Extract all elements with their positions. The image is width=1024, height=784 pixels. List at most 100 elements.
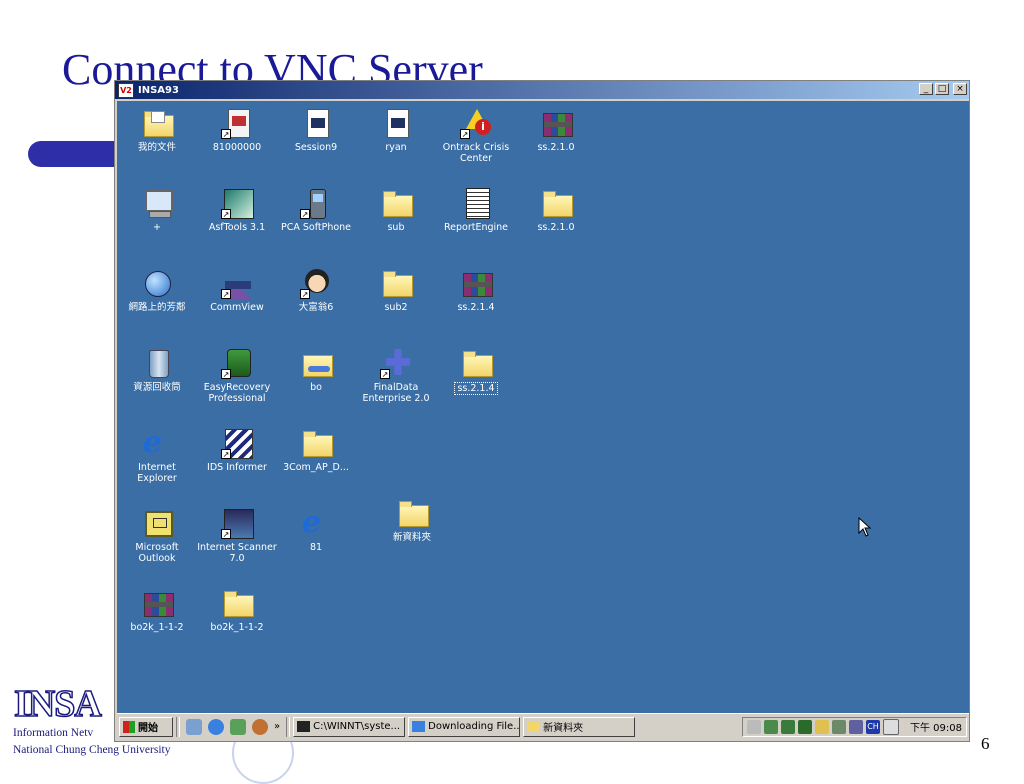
desktop-icon-label: PCA SoftPhone bbox=[280, 222, 352, 233]
desktop-icon[interactable]: e 81 bbox=[276, 505, 356, 554]
start-button[interactable]: 開始 bbox=[119, 716, 173, 737]
desktop-icon[interactable]: ↗ 大富翁6 bbox=[276, 267, 356, 313]
desktop-icon-label: AsfTools 3.1 bbox=[208, 222, 266, 233]
desktop-icon-label: ryan bbox=[385, 142, 407, 153]
finaldata-icon: ↗ bbox=[380, 347, 412, 379]
desktop-icon[interactable]: 資源回收筒 bbox=[117, 347, 197, 393]
desktop-icon-label: ss.2.1.0 bbox=[537, 222, 575, 233]
cmd-icon bbox=[297, 721, 311, 732]
window-title: INSA93 bbox=[138, 84, 179, 96]
desktop-icon-label: Microsoft Outlook bbox=[135, 542, 179, 564]
desktop-icon[interactable]: sub2 bbox=[356, 267, 436, 313]
desktop-icon[interactable]: 我的文件 bbox=[117, 107, 197, 153]
vnc-tray-icon[interactable] bbox=[798, 719, 812, 734]
easyrec-icon: ↗ bbox=[221, 347, 253, 379]
desktop-icon-label: ss.2.1.4 bbox=[457, 302, 495, 313]
taskbar-separator bbox=[286, 716, 291, 737]
quicklaunch-more-button[interactable]: » bbox=[274, 721, 280, 732]
window-titlebar[interactable]: V2 INSA93 _ □ × bbox=[115, 81, 969, 99]
scanner-icon: ↗ bbox=[221, 507, 254, 539]
globe-icon bbox=[141, 267, 173, 299]
crisis-icon: i ↗ bbox=[460, 107, 492, 139]
tray-app2-icon[interactable] bbox=[832, 719, 846, 734]
desktop-icon[interactable]: i ↗ Ontrack Crisis Center bbox=[436, 107, 516, 164]
desktop-icon[interactable]: bo2k_1-1-2 bbox=[117, 587, 197, 633]
doc-icon bbox=[380, 107, 412, 139]
desktop-icon[interactable]: 網路上的芳鄰 bbox=[117, 267, 197, 313]
desktop-icon-label: IDS Informer bbox=[207, 462, 267, 473]
tray-app-icon[interactable] bbox=[815, 719, 829, 734]
desktop-icon[interactable]: ↗ IDS Informer bbox=[197, 427, 277, 473]
ie-icon: e bbox=[302, 505, 322, 540]
phone-icon: ↗ bbox=[300, 187, 332, 219]
taskbar: 開始 » C:\WINNT\syste... Downloading File..… bbox=[117, 713, 969, 739]
tray-app3-icon[interactable] bbox=[849, 719, 863, 734]
desktop-icon-label: Internet Scanner 7.0 bbox=[197, 542, 277, 564]
network2-icon[interactable] bbox=[781, 719, 795, 734]
game-icon: ↗ bbox=[300, 267, 332, 299]
remote-desktop[interactable]: 我的文件 ↗ 81000000 Session9 ryan i ↗ Ontrack Crisi… bbox=[117, 101, 969, 713]
keyboard-icon[interactable] bbox=[883, 718, 899, 735]
desktop-icon[interactable]: ↗ 81000000 bbox=[197, 107, 277, 153]
windows-logo-icon bbox=[123, 720, 135, 733]
taskbar-separator bbox=[176, 716, 180, 737]
desktop-icon[interactable]: 新資料夾 bbox=[372, 497, 452, 543]
desktop-icon[interactable]: ss.2.1.4 bbox=[436, 267, 516, 313]
desktop-icon-label: Internet Explorer bbox=[137, 462, 177, 484]
desktop-icon-label: EasyRecovery Professional bbox=[203, 382, 271, 404]
desktop-icon-label: 資源回收筒 bbox=[133, 382, 181, 393]
app-81-icon: ↗ bbox=[221, 107, 253, 139]
desktop-icon-label: sub bbox=[387, 222, 405, 233]
bo-icon bbox=[300, 347, 333, 379]
desktop-icon[interactable]: ryan bbox=[356, 107, 436, 153]
vnc-app-icon[interactable]: V2 bbox=[118, 82, 134, 98]
ids-icon: ↗ bbox=[221, 427, 253, 459]
desktop-icon-label: 3Com_AP_D... bbox=[283, 462, 349, 473]
taskbar-task-button[interactable]: 新資料夾 bbox=[523, 716, 636, 737]
vnc-window: V2 INSA93 _ □ × 我的文件 ↗ 81000000 Session9 rya… bbox=[114, 80, 970, 742]
minimize-button[interactable]: _ bbox=[919, 83, 933, 95]
desktop-icon[interactable]: Microsoft Outlook bbox=[117, 507, 197, 564]
desktop-icon-label: 81000000 bbox=[212, 142, 262, 153]
desktop-icon[interactable]: 3Com_AP_D... bbox=[276, 427, 356, 473]
winrar-icon bbox=[540, 107, 573, 139]
asf-icon: ↗ bbox=[221, 187, 254, 219]
show-desktop-icon[interactable] bbox=[186, 718, 202, 735]
desktop-icon[interactable]: ↗ Internet Scanner 7.0 bbox=[197, 507, 277, 564]
folder-selected-icon bbox=[460, 347, 493, 379]
winrar-icon bbox=[460, 267, 493, 299]
report-icon bbox=[460, 187, 492, 219]
computer-icon bbox=[141, 187, 173, 219]
language-indicator[interactable]: CH bbox=[866, 719, 880, 734]
desktop-icon[interactable]: ↗ CommView bbox=[197, 267, 277, 313]
taskbar-task-button[interactable]: C:\WINNT\syste... bbox=[293, 716, 406, 737]
network-icon[interactable] bbox=[764, 719, 778, 734]
desktop-icon[interactable]: ReportEngine bbox=[436, 187, 516, 233]
desktop-icon[interactable]: ss.2.1.0 bbox=[516, 107, 596, 153]
maximize-button[interactable]: □ bbox=[935, 83, 949, 95]
desktop-icon[interactable]: bo2k_1-1-2 bbox=[197, 587, 277, 633]
close-button[interactable]: × bbox=[953, 83, 967, 95]
outlook-quicklaunch-icon[interactable] bbox=[230, 718, 246, 735]
taskbar-task-button[interactable]: Downloading File... bbox=[408, 716, 521, 737]
desktop-icon[interactable]: + bbox=[117, 187, 197, 233]
desktop-icon-label: bo2k_1-1-2 bbox=[130, 622, 184, 633]
desktop-icon[interactable]: e Internet Explorer bbox=[117, 427, 197, 485]
desktop-icon[interactable]: ↗ AsfTools 3.1 bbox=[197, 187, 277, 233]
desktop-icon[interactable]: ↗ EasyRecovery Professional bbox=[197, 347, 277, 404]
desktop-icon[interactable]: ss.2.1.4 bbox=[436, 347, 516, 395]
clock[interactable]: 下午 09:08 bbox=[910, 719, 962, 734]
desktop-icon[interactable]: bo bbox=[276, 347, 356, 393]
desktop-icon-label: FinalData Enterprise 2.0 bbox=[362, 382, 430, 404]
desktop-icon[interactable]: Session9 bbox=[276, 107, 356, 153]
volume-icon[interactable] bbox=[747, 719, 761, 734]
doc-icon bbox=[300, 107, 332, 139]
desktop-icon[interactable]: ss.2.1.0 bbox=[516, 187, 596, 233]
desktop-icon-label: bo2k_1-1-2 bbox=[210, 622, 264, 633]
desktop-icon[interactable]: sub bbox=[356, 187, 436, 233]
media-quicklaunch-icon[interactable] bbox=[252, 718, 268, 735]
ie-quicklaunch-icon[interactable] bbox=[208, 718, 224, 735]
desktop-icon-label: 我的文件 bbox=[137, 142, 176, 153]
desktop-icon[interactable]: ↗ PCA SoftPhone bbox=[276, 187, 356, 233]
desktop-icon[interactable]: ↗ FinalData Enterprise 2.0 bbox=[356, 347, 436, 404]
